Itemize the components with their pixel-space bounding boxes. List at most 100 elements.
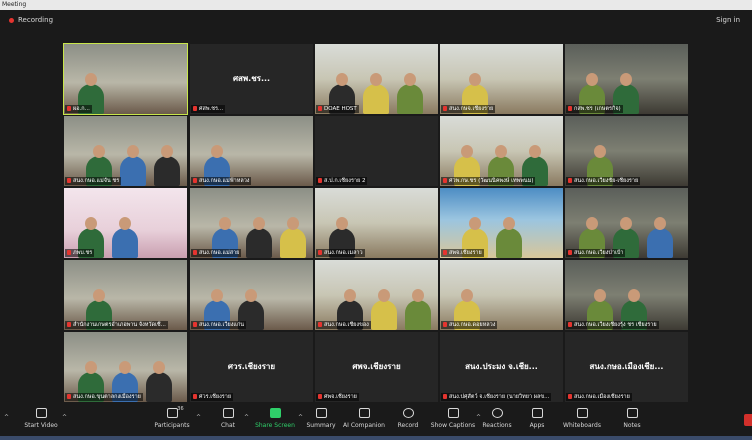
participant-tile[interactable]: ศสพ.ชร... ศสพ.ชร... bbox=[190, 44, 313, 114]
participant-name-text: สำนักงานเกษตรอำเภอพาน จังหวัดเชี... bbox=[73, 322, 166, 328]
microphone-muted-icon bbox=[193, 250, 197, 255]
participant-video-feed bbox=[190, 188, 313, 258]
record-button[interactable]: Record bbox=[394, 408, 422, 429]
participant-tile[interactable]: กสพ.ชร (เกษตรกิจ) bbox=[565, 44, 688, 114]
participant-tile[interactable]: ภพบ.ชร bbox=[64, 188, 187, 258]
participant-name-label: ศวพ.กษ.ชร (วัฒนนิคพงษ์ เทพพนม) bbox=[441, 177, 536, 185]
apps-label: Apps bbox=[529, 422, 545, 429]
whiteboards-button[interactable]: Whiteboards bbox=[562, 408, 602, 429]
summary-button[interactable]: Summary bbox=[304, 408, 338, 429]
participant-name-label: สนง.กษอ.แม่ฟ้าหลวง bbox=[191, 177, 252, 185]
share-options-chevron-icon[interactable]: ^ bbox=[298, 414, 303, 421]
show-captions-button[interactable]: Show Captions bbox=[430, 408, 476, 429]
ai-companion-button[interactable]: AI Companion bbox=[342, 408, 386, 429]
participant-tile[interactable]: สนง.กษอ.เมลาว bbox=[315, 188, 438, 258]
participant-tile[interactable]: สนง.กษอ.แม่จัน ชร bbox=[64, 116, 187, 186]
chat-options-chevron-icon[interactable]: ^ bbox=[244, 414, 249, 421]
participant-person bbox=[154, 156, 180, 186]
recording-label[interactable]: Recording bbox=[18, 16, 53, 24]
participant-video-feed bbox=[64, 260, 187, 330]
participant-name-text: สนง.กษอ.แม่ฟ้าหลวง bbox=[199, 178, 250, 184]
participant-tile[interactable]: สพจ.เชียงราย bbox=[440, 188, 563, 258]
microphone-muted-icon bbox=[67, 178, 71, 183]
participant-tile[interactable]: ผอ.ก... bbox=[63, 43, 188, 115]
apps-button[interactable]: Apps bbox=[526, 408, 548, 429]
participants-options-chevron-icon[interactable]: ^ bbox=[196, 414, 201, 421]
participant-name-text: DOAE HOST bbox=[324, 106, 357, 112]
participant-head bbox=[370, 73, 382, 86]
participant-head bbox=[336, 73, 348, 86]
participant-tile[interactable]: ศพจ.เชียงราย ศพจ.เชียงราย bbox=[315, 332, 438, 402]
signin-button[interactable]: Sign in bbox=[716, 16, 740, 24]
participant-head bbox=[245, 289, 257, 302]
participant-display-name: ศสพ.ชร... bbox=[232, 74, 271, 83]
participant-name-text: สนง.ปศุสัตว์ จ.เชียงราย (นายวิทยา ผลข... bbox=[449, 394, 550, 400]
window-title: Meeting bbox=[2, 1, 27, 8]
participant-display-name: สนง.ประมง จ.เชีย... bbox=[465, 362, 538, 371]
participant-tile[interactable]: สนง.กษอ.เชียงของ bbox=[315, 260, 438, 330]
participant-head bbox=[161, 145, 173, 158]
participant-person bbox=[363, 84, 389, 114]
participant-tile[interactable]: สนง.กษอ.เวียงเชียงรุ้ง ชร เชียงราย bbox=[565, 260, 688, 330]
microphone-muted-icon bbox=[568, 322, 572, 327]
participant-tile[interactable]: สนง.กษอ.เมืองเชีย... สนง.กษอ.เมืองเชียงรา… bbox=[565, 332, 688, 402]
participant-name-text: ศวพ.กษ.ชร (วัฒนนิคพงษ์ เทพพนม) bbox=[449, 178, 534, 184]
video-options-chevron-icon[interactable]: ^ bbox=[62, 414, 67, 421]
notes-button[interactable]: Notes bbox=[620, 408, 644, 429]
participant-tile[interactable]: สนง.กษอ.ดอยหลวง bbox=[440, 260, 563, 330]
participant-name-label: กสพ.ชร (เกษตรกิจ) bbox=[566, 105, 623, 113]
participant-display-name: สนง.กษอ.เมืองเชีย... bbox=[589, 362, 664, 371]
chat-button[interactable]: Chat bbox=[214, 408, 242, 429]
participant-head bbox=[211, 289, 223, 302]
audio-options-chevron-icon[interactable]: ^ bbox=[4, 414, 9, 421]
participant-tile[interactable]: สนง.กษอ.เวียงป่าเป้า bbox=[565, 188, 688, 258]
participant-name-text: สนง.กษอ.เชียงของ bbox=[324, 322, 369, 328]
captions-options-chevron-icon[interactable]: ^ bbox=[476, 414, 481, 421]
participant-name-label: ผอ.ก... bbox=[65, 105, 92, 113]
participant-tile[interactable]: สนง.กษอ.เวียงชัย-เชียงราย bbox=[565, 116, 688, 186]
share-screen-icon bbox=[269, 408, 281, 418]
meeting-topbar: Recording Sign in bbox=[0, 10, 752, 32]
participant-video-feed bbox=[315, 188, 438, 258]
start-video-button[interactable]: Start Video bbox=[22, 408, 60, 429]
participant-person bbox=[371, 300, 397, 330]
participant-name-text: สนง.กษอ.ขุนตาลกงเมืองราย bbox=[73, 394, 141, 400]
participant-person bbox=[120, 156, 146, 186]
participant-tile[interactable]: DOAE HOST bbox=[315, 44, 438, 114]
participant-tile[interactable]: สำนักงานเกษตรอำเภอพาน จังหวัดเชี... bbox=[64, 260, 187, 330]
participant-tile[interactable]: สนง.กษอ.เวียงแก่น bbox=[190, 260, 313, 330]
participant-name-label: DOAE HOST bbox=[316, 105, 359, 113]
participant-person bbox=[146, 372, 172, 402]
participant-head bbox=[503, 217, 515, 230]
participant-head bbox=[620, 217, 632, 230]
participant-tile[interactable]: ส.ป.ก.เชียงราย 2 bbox=[315, 116, 438, 186]
participant-name-label: สนง.ปศุสัตว์ จ.เชียงราย (นายวิทยา ผลข... bbox=[441, 393, 552, 401]
participant-tile[interactable]: สนง.ประมง จ.เชีย... สนง.ปศุสัตว์ จ.เชียงร… bbox=[440, 332, 563, 402]
participants-button[interactable]: 36 Participants bbox=[150, 406, 194, 429]
participant-tile[interactable]: ศวร.เชียงราย ศวร.เชียงราย bbox=[190, 332, 313, 402]
microphone-muted-icon bbox=[568, 178, 572, 183]
notes-icon bbox=[626, 408, 638, 418]
participant-name-text: ศวร.เชียงราย bbox=[199, 394, 232, 400]
leave-meeting-button[interactable] bbox=[744, 414, 752, 426]
reactions-button[interactable]: Reactions bbox=[482, 408, 512, 429]
participant-name-label: สนง.กษอ.เวียงชัย-เชียงราย bbox=[566, 177, 641, 185]
participant-person bbox=[112, 228, 138, 258]
participants-icon bbox=[166, 408, 178, 418]
participant-tile[interactable]: ศวพ.กษ.ชร (วัฒนนิคพงษ์ เทพพนม) bbox=[440, 116, 563, 186]
participant-tile[interactable]: สนง.กษจ.เชียงราย bbox=[440, 44, 563, 114]
microphone-muted-icon bbox=[443, 250, 447, 255]
microphone-muted-icon bbox=[443, 106, 447, 111]
share-screen-button[interactable]: Share Screen bbox=[254, 408, 296, 429]
participant-head bbox=[594, 289, 606, 302]
summary-label: Summary bbox=[306, 422, 336, 429]
participant-name-label: สนง.กษอ.แม่จัน ชร bbox=[65, 177, 122, 185]
participant-tile[interactable]: สนง.กษอ.แม่ฟ้าหลวง bbox=[190, 116, 313, 186]
participant-tile[interactable]: สนง.กษอ.ขุนตาลกงเมืองราย bbox=[64, 332, 187, 402]
participant-name-label: สนง.กษอ.เมลาว bbox=[316, 249, 365, 257]
participant-head bbox=[586, 73, 598, 86]
microphone-muted-icon bbox=[443, 394, 447, 399]
participant-head bbox=[85, 217, 97, 230]
participant-person bbox=[405, 300, 431, 330]
participant-tile[interactable]: สนง.กษอ.แม่สาย bbox=[190, 188, 313, 258]
